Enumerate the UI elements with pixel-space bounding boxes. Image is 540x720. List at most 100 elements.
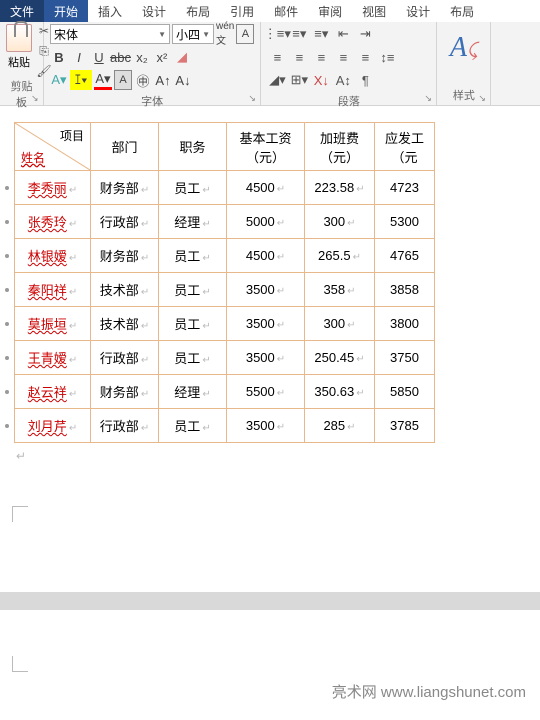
cell-dept[interactable]: 财务部↵ xyxy=(91,171,159,205)
shrink-font-button[interactable]: A↓ xyxy=(174,70,192,90)
cell-job[interactable]: 经理↵ xyxy=(159,205,227,239)
clear-format-icon[interactable]: ◢ xyxy=(173,47,191,67)
cell-name[interactable]: 林银嫒↵ xyxy=(15,239,91,273)
align-center-button[interactable]: ≡ xyxy=(289,47,309,67)
cell-ot[interactable]: 300↵ xyxy=(305,205,375,239)
text-effects-button[interactable]: A▾ xyxy=(50,70,68,90)
salary-table[interactable]: 项目 姓名 部门 职务 基本工资（元） 加班费（元） 应发工（元 李秀丽↵财务部… xyxy=(14,122,435,443)
cell-base[interactable]: 4500↵ xyxy=(227,239,305,273)
align-left-button[interactable]: ≡ xyxy=(267,47,287,67)
cell-name[interactable]: 秦阳祥↵ xyxy=(15,273,91,307)
cell-job[interactable]: 员工↵ xyxy=(159,171,227,205)
cell-total[interactable]: 5300 xyxy=(375,205,435,239)
cell-base[interactable]: 4500↵ xyxy=(227,171,305,205)
table-row[interactable]: 王青嫒↵行政部↵员工↵3500↵250.45↵3750 xyxy=(15,341,435,375)
asian-layout-button[interactable]: A↕ xyxy=(333,70,353,90)
tab-审阅[interactable]: 审阅 xyxy=(308,0,352,22)
cell-name[interactable]: 王青嫒↵ xyxy=(15,341,91,375)
cell-name[interactable]: 张秀玲↵ xyxy=(15,205,91,239)
cell-ot[interactable]: 265.5↵ xyxy=(305,239,375,273)
cell-dept[interactable]: 技术部↵ xyxy=(91,273,159,307)
cell-job[interactable]: 员工↵ xyxy=(159,239,227,273)
font-color-button[interactable]: A▾ xyxy=(94,70,112,90)
cell-total[interactable]: 3785 xyxy=(375,409,435,443)
line-spacing-button[interactable]: ↕≡ xyxy=(377,47,397,67)
tab-设计[interactable]: 设计 xyxy=(132,0,176,22)
phonetic-icon[interactable]: wén文 xyxy=(216,24,234,44)
strike-button[interactable]: abc xyxy=(110,47,131,67)
multilevel-button[interactable]: ≡▾ xyxy=(311,24,331,44)
tab-布局[interactable]: 布局 xyxy=(440,0,484,22)
tab-引用[interactable]: 引用 xyxy=(220,0,264,22)
table-row[interactable]: 林银嫒↵财务部↵员工↵4500↵265.5↵4765 xyxy=(15,239,435,273)
cell-dept[interactable]: 财务部↵ xyxy=(91,375,159,409)
dialog-launcher-icon[interactable]: ↘ xyxy=(31,93,41,103)
char-border-icon[interactable]: A xyxy=(236,24,254,44)
bullets-button[interactable]: ⋮≡▾ xyxy=(267,24,287,44)
show-marks-button[interactable]: ¶ xyxy=(355,70,375,90)
tab-布局[interactable]: 布局 xyxy=(176,0,220,22)
table-row[interactable]: 秦阳祥↵技术部↵员工↵3500↵358↵3858 xyxy=(15,273,435,307)
char-shading-icon[interactable]: A xyxy=(114,70,132,90)
borders-button[interactable]: ⊞▾ xyxy=(289,70,309,90)
styles-button[interactable]: A⤹ xyxy=(450,24,478,64)
cell-job[interactable]: 员工↵ xyxy=(159,273,227,307)
table-row[interactable]: 李秀丽↵财务部↵员工↵4500↵223.58↵4723 xyxy=(15,171,435,205)
dialog-launcher-icon[interactable]: ↘ xyxy=(478,93,488,103)
cell-job[interactable]: 员工↵ xyxy=(159,409,227,443)
cell-job[interactable]: 经理↵ xyxy=(159,375,227,409)
bold-button[interactable]: B xyxy=(50,47,68,67)
grow-font-button[interactable]: A↑ xyxy=(154,70,172,90)
superscript-button[interactable]: x² xyxy=(153,47,171,67)
cell-dept[interactable]: 行政部↵ xyxy=(91,341,159,375)
cell-base[interactable]: 5000↵ xyxy=(227,205,305,239)
distribute-button[interactable]: ≡ xyxy=(355,47,375,67)
decrease-indent-button[interactable]: ⇤ xyxy=(333,24,353,44)
cell-total[interactable]: 4765 xyxy=(375,239,435,273)
cell-base[interactable]: 3500↵ xyxy=(227,341,305,375)
subscript-button[interactable]: x₂ xyxy=(133,47,151,67)
cell-total[interactable]: 3750 xyxy=(375,341,435,375)
table-row[interactable]: 赵云祥↵财务部↵经理↵5500↵350.63↵5850 xyxy=(15,375,435,409)
table-row[interactable]: 刘月芹↵行政部↵员工↵3500↵285↵3785 xyxy=(15,409,435,443)
increase-indent-button[interactable]: ⇥ xyxy=(355,24,375,44)
cell-job[interactable]: 员工↵ xyxy=(159,341,227,375)
sort-button[interactable]: X↓ xyxy=(311,70,331,90)
italic-button[interactable]: I xyxy=(70,47,88,67)
underline-button[interactable]: U xyxy=(90,47,108,67)
cell-name[interactable]: 刘月芹↵ xyxy=(15,409,91,443)
tab-文件[interactable]: 文件 xyxy=(0,0,44,22)
dialog-launcher-icon[interactable]: ↘ xyxy=(248,93,258,103)
font-family-combo[interactable]: 宋体▼ xyxy=(50,24,170,44)
cell-ot[interactable]: 350.63↵ xyxy=(305,375,375,409)
cell-ot[interactable]: 285↵ xyxy=(305,409,375,443)
highlight-button[interactable]: ꕯ▾ xyxy=(70,70,92,90)
table-row[interactable]: 莫振垣↵技术部↵员工↵3500↵300↵3800 xyxy=(15,307,435,341)
tab-视图[interactable]: 视图 xyxy=(352,0,396,22)
align-right-button[interactable]: ≡ xyxy=(311,47,331,67)
cell-total[interactable]: 3858 xyxy=(375,273,435,307)
cell-ot[interactable]: 300↵ xyxy=(305,307,375,341)
cell-dept[interactable]: 财务部↵ xyxy=(91,239,159,273)
paste-button[interactable]: 粘贴 xyxy=(6,24,32,78)
numbering-button[interactable]: ≡▾ xyxy=(289,24,309,44)
cell-base[interactable]: 5500↵ xyxy=(227,375,305,409)
tab-插入[interactable]: 插入 xyxy=(88,0,132,22)
cell-name[interactable]: 莫振垣↵ xyxy=(15,307,91,341)
table-row[interactable]: 张秀玲↵行政部↵经理↵5000↵300↵5300 xyxy=(15,205,435,239)
cell-total[interactable]: 4723 xyxy=(375,171,435,205)
cell-base[interactable]: 3500↵ xyxy=(227,273,305,307)
cell-ot[interactable]: 358↵ xyxy=(305,273,375,307)
cell-total[interactable]: 5850 xyxy=(375,375,435,409)
cell-ot[interactable]: 250.45↵ xyxy=(305,341,375,375)
cell-dept[interactable]: 技术部↵ xyxy=(91,307,159,341)
font-size-combo[interactable]: 小四▼ xyxy=(172,24,214,44)
tab-邮件[interactable]: 邮件 xyxy=(264,0,308,22)
cell-dept[interactable]: 行政部↵ xyxy=(91,409,159,443)
cell-name[interactable]: 李秀丽↵ xyxy=(15,171,91,205)
tab-设计[interactable]: 设计 xyxy=(396,0,440,22)
cell-dept[interactable]: 行政部↵ xyxy=(91,205,159,239)
cell-total[interactable]: 3800 xyxy=(375,307,435,341)
cell-name[interactable]: 赵云祥↵ xyxy=(15,375,91,409)
dialog-launcher-icon[interactable]: ↘ xyxy=(424,93,434,103)
